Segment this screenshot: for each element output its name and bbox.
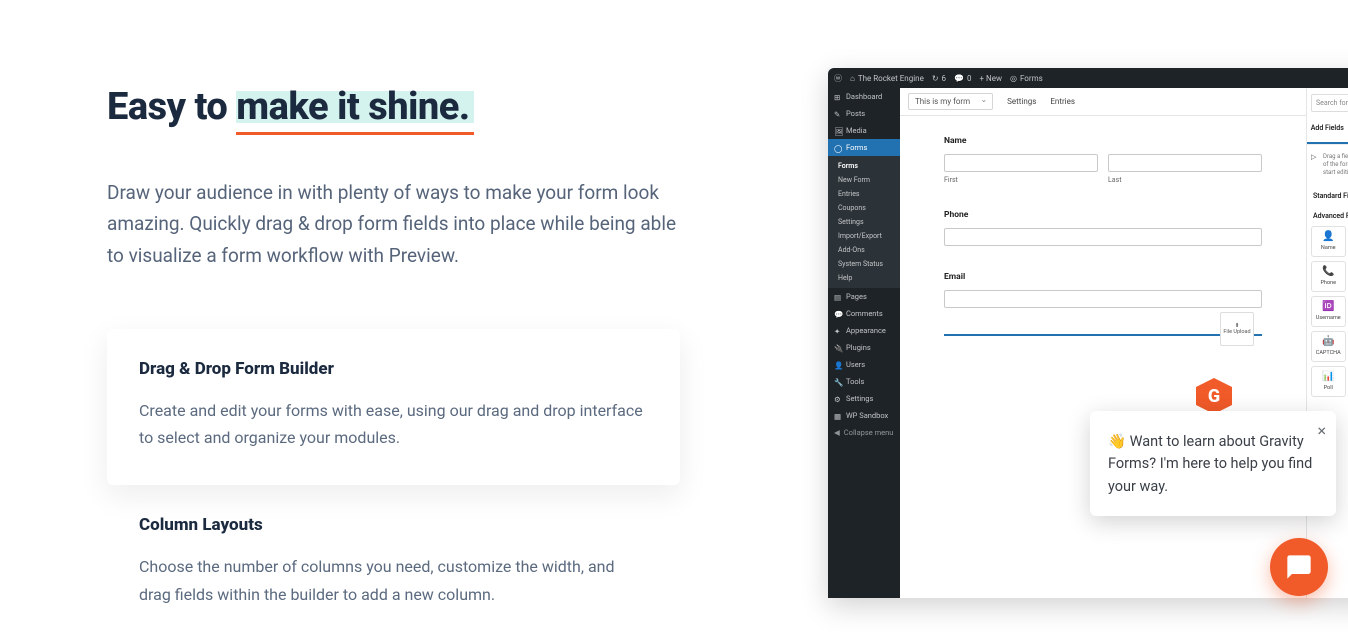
username-icon: 🆔: [1322, 302, 1334, 312]
form-toolbar: This is my form Settings Entries: [900, 88, 1306, 116]
sidebar-item-dashboard[interactable]: ⊞Dashboard: [828, 88, 900, 105]
chat-close-icon[interactable]: ×: [1317, 419, 1326, 444]
wp-logo-icon[interactable]: ⓦ: [834, 73, 842, 84]
submenu-settings[interactable]: Settings: [828, 215, 900, 229]
headline-prefix: Easy to: [107, 85, 236, 129]
pages-icon: ▤: [834, 293, 842, 301]
sidebar-item-media[interactable]: 🖼Media: [828, 122, 900, 139]
advanced-fields-heading: Advanced Fields: [1307, 206, 1348, 226]
updates-count[interactable]: ↻ 6: [932, 74, 946, 83]
feature-column-layouts[interactable]: Column Layouts Choose the number of colu…: [107, 485, 680, 641]
field-button-captcha[interactable]: 🤖CAPTCHA: [1311, 331, 1346, 362]
chat-bubble[interactable]: × 👋 Want to learn about Gravity Forms? I…: [1090, 411, 1336, 516]
sidebar-item-pages[interactable]: ▤Pages: [828, 288, 900, 305]
phone-input[interactable]: [944, 228, 1262, 246]
sidebar-item-settings[interactable]: ⚙Settings: [828, 390, 900, 407]
submenu-new-form[interactable]: New Form: [828, 173, 900, 187]
first-name-input[interactable]: [944, 154, 1098, 172]
settings-icon: ⚙: [834, 395, 842, 403]
field-label-email: Email: [944, 272, 1262, 282]
email-input[interactable]: [944, 290, 1262, 308]
toolbar-settings-link[interactable]: Settings: [1007, 97, 1036, 106]
dashboard-icon: ⊞: [834, 93, 842, 101]
sandbox-icon: ▦: [834, 412, 842, 420]
sidebar-item-wp-sandbox[interactable]: ▦WP Sandbox: [828, 407, 900, 424]
submenu-coupons[interactable]: Coupons: [828, 201, 900, 215]
form-canvas: This is my form Settings Entries Name: [900, 88, 1306, 598]
field-button-name[interactable]: 👤Name: [1311, 226, 1346, 257]
feature-body: Choose the number of columns you need, c…: [139, 553, 648, 607]
feature-title: Column Layouts: [139, 515, 648, 535]
last-name-input[interactable]: [1108, 154, 1262, 172]
chat-launcher-button[interactable]: [1270, 538, 1328, 596]
drag-hint: Drag a field to the left of the form and…: [1307, 145, 1348, 186]
drop-indicator: ⬆ File Upload: [944, 334, 1262, 336]
feature-list: Drag & Drop Form Builder Create and edit…: [107, 329, 680, 642]
submenu-system-status[interactable]: System Status: [828, 257, 900, 271]
standard-fields-heading: Standard Fields: [1307, 186, 1348, 206]
plugins-icon: 🔌: [834, 344, 842, 352]
field-name[interactable]: Name First Last: [944, 136, 1262, 184]
submenu-import-export[interactable]: Import/Export: [828, 229, 900, 243]
feature-drag-drop[interactable]: Drag & Drop Form Builder Create and edit…: [107, 329, 680, 485]
submenu-addons[interactable]: Add-Ons: [828, 243, 900, 257]
sidebar-submenu-forms: Forms New Form Entries Coupons Settings …: [828, 156, 900, 288]
first-sublabel: First: [944, 176, 1098, 184]
new-menu[interactable]: + New: [979, 74, 1001, 83]
forms-icon: ◯: [834, 144, 842, 152]
field-button-phone[interactable]: 📞Phone: [1311, 261, 1346, 292]
field-button-poll[interactable]: 📊Poll: [1311, 366, 1346, 397]
topbar-forms[interactable]: ◎ Forms: [1010, 74, 1043, 83]
chat-icon: [1285, 553, 1313, 581]
feature-body: Create and edit your forms with ease, us…: [139, 397, 648, 451]
sidebar-collapse[interactable]: ◀ Collapse menu: [828, 424, 900, 441]
headline-highlight-text: make it shine.: [236, 85, 469, 129]
submenu-forms[interactable]: Forms: [828, 159, 900, 173]
posts-icon: ✎: [834, 110, 842, 118]
phone-icon: 📞: [1322, 267, 1334, 277]
sidebar-item-users[interactable]: 👤Users: [828, 356, 900, 373]
name-icon: 👤: [1322, 232, 1334, 242]
wordpress-screenshot: ⓦ ⌂ The Rocket Engine ↻ 6 💬 0 + New ◎ Fo…: [828, 68, 1348, 598]
chat-message: 👋 Want to learn about Gravity Forms? I'm…: [1108, 433, 1312, 495]
field-search-input[interactable]: Search for a field: [1311, 94, 1348, 112]
feature-title: Drag & Drop Form Builder: [139, 359, 648, 379]
field-email[interactable]: Email: [944, 272, 1262, 308]
sidebar-item-appearance[interactable]: ✦Appearance: [828, 322, 900, 339]
headline: Easy to make it shine.: [107, 85, 680, 129]
sidebar-item-forms[interactable]: ◯Forms: [828, 139, 900, 156]
toolbar-entries-link[interactable]: Entries: [1050, 97, 1075, 106]
appearance-icon: ✦: [834, 327, 842, 335]
wp-admin-bar: ⓦ ⌂ The Rocket Engine ↻ 6 💬 0 + New ◎ Fo…: [828, 68, 1348, 88]
field-panel: Search for a field Add Fields Field Sett…: [1306, 88, 1348, 598]
intro-paragraph: Draw your audience in with plenty of way…: [107, 177, 680, 271]
submenu-help[interactable]: Help: [828, 271, 900, 285]
field-label-name: Name: [944, 136, 1262, 146]
sidebar-item-tools[interactable]: 🔧Tools: [828, 373, 900, 390]
comments-icon: 💬: [834, 310, 842, 318]
poll-icon: 📊: [1322, 372, 1334, 382]
headline-underline: [236, 132, 473, 135]
sidebar-item-posts[interactable]: ✎Posts: [828, 105, 900, 122]
comments-count[interactable]: 💬 0: [954, 74, 971, 83]
submenu-entries[interactable]: Entries: [828, 187, 900, 201]
field-button-username[interactable]: 🆔Username: [1311, 296, 1346, 327]
field-phone[interactable]: Phone: [944, 210, 1262, 246]
tab-add-fields[interactable]: Add Fields: [1307, 120, 1348, 144]
media-icon: 🖼: [834, 127, 842, 135]
form-selector[interactable]: This is my form: [908, 93, 993, 110]
wp-sidebar: ⊞Dashboard ✎Posts 🖼Media ◯Forms Forms Ne…: [828, 88, 900, 598]
site-name[interactable]: ⌂ The Rocket Engine: [850, 74, 924, 83]
headline-highlight-wrap: make it shine.: [236, 85, 469, 129]
users-icon: 👤: [834, 361, 842, 369]
tools-icon: 🔧: [834, 378, 842, 386]
sidebar-item-plugins[interactable]: 🔌Plugins: [828, 339, 900, 356]
file-upload-drag-chip[interactable]: ⬆ File Upload: [1220, 312, 1254, 346]
field-label-phone: Phone: [944, 210, 1262, 220]
captcha-icon: 🤖: [1322, 337, 1334, 347]
last-sublabel: Last: [1108, 176, 1262, 184]
sidebar-item-comments[interactable]: 💬Comments: [828, 305, 900, 322]
